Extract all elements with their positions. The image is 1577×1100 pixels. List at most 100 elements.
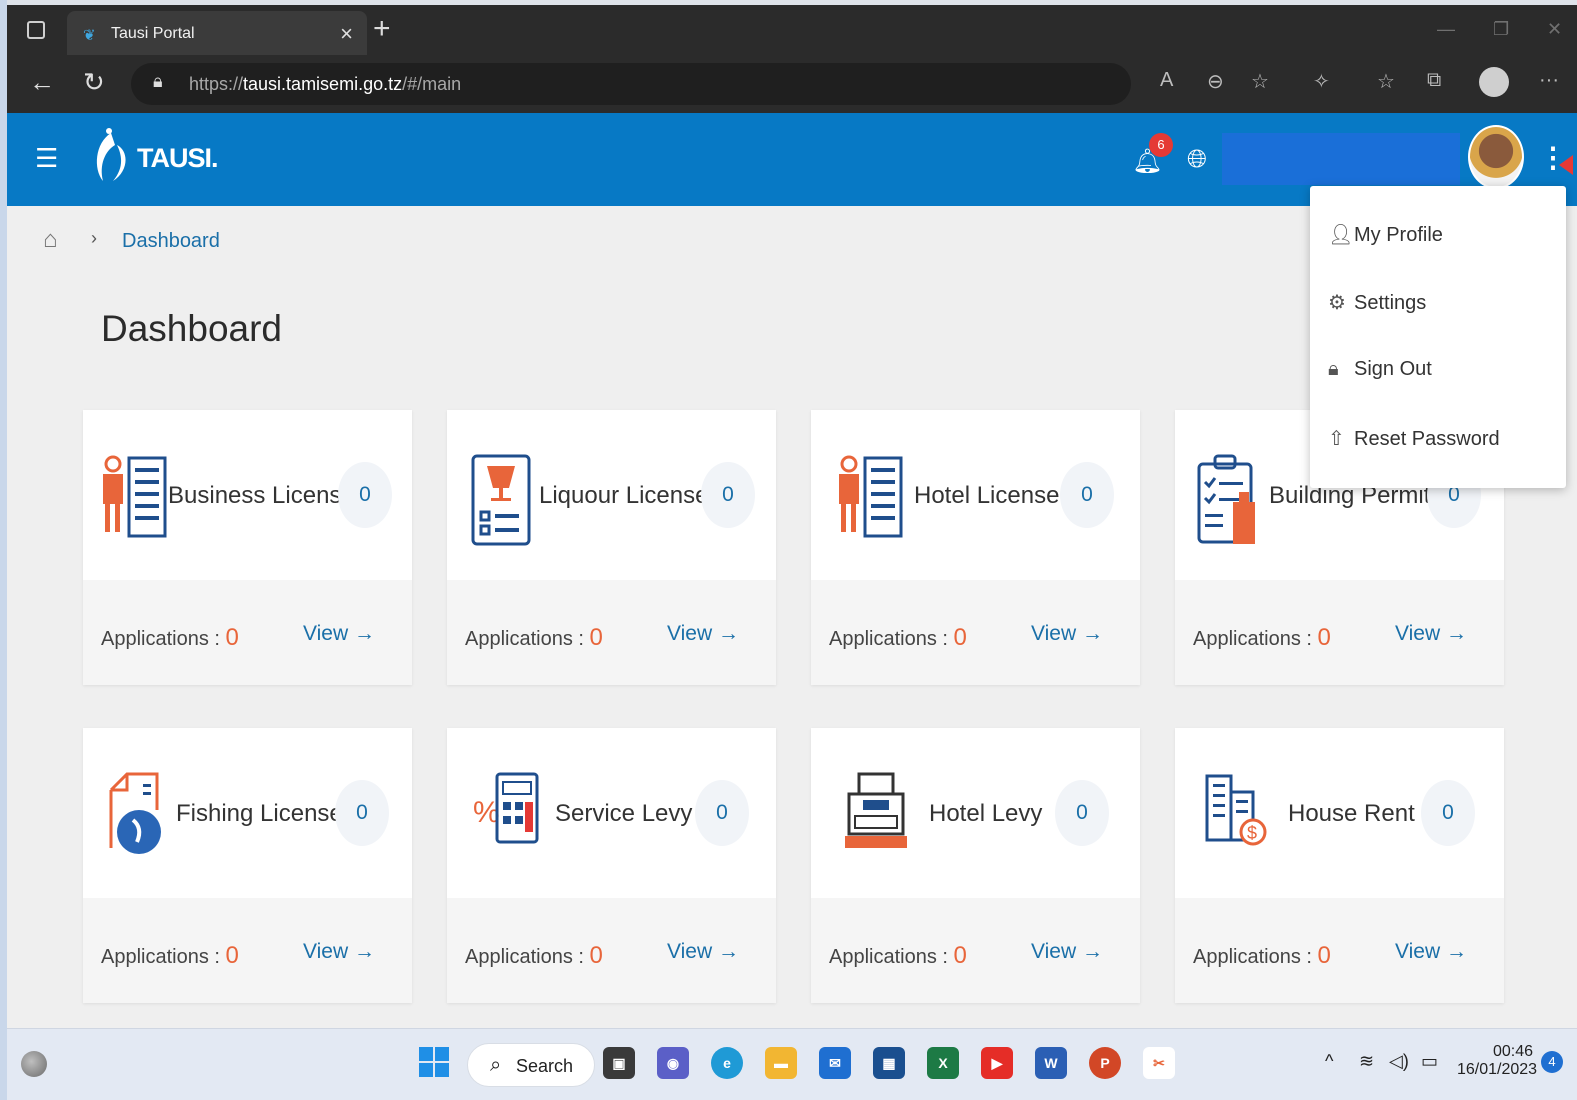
clock-date: 16/01/2023	[1457, 1061, 1538, 1078]
browser-chrome: ❦ Tausi Portal × + — ❐ ✕ ← ↻ 🔒︎ https://…	[7, 5, 1577, 113]
service-levy-icon: %	[473, 772, 539, 844]
business-license-icon	[103, 455, 167, 538]
restore-icon[interactable]: ❐	[1493, 19, 1509, 40]
building-permit-icon	[1197, 454, 1255, 544]
extensions-icon[interactable]: ✧	[1313, 69, 1330, 94]
logo-text: TAUSI.	[137, 143, 218, 173]
clock-time: 00:46	[1492, 1043, 1533, 1060]
tausi-favicon-icon: ❦	[83, 27, 96, 44]
applications-label: Applications : 0	[829, 624, 967, 651]
volume-icon[interactable]: ◁)	[1389, 1051, 1409, 1072]
count-bubble: 0	[1060, 462, 1114, 528]
edge-browser-icon[interactable]: e	[711, 1047, 743, 1079]
card-service-levy: % Service Levy 0 Applications : 0 View →	[447, 728, 776, 1003]
search-icon: ⌕	[490, 1054, 502, 1076]
collections-icon[interactable]: ⧉	[1427, 69, 1441, 92]
language-globe-icon[interactable]: 🌐︎	[1187, 145, 1207, 174]
add-favorite-icon[interactable]: ☆	[1251, 69, 1269, 94]
task-view-icon[interactable]: ▣	[603, 1047, 635, 1079]
applications-label: Applications : 0	[829, 942, 967, 969]
back-icon[interactable]: ←	[29, 67, 55, 98]
view-link[interactable]: View →	[667, 940, 739, 964]
count-bubble: 0	[335, 780, 389, 846]
taskbar-search[interactable]: ⌕ Search	[467, 1043, 595, 1087]
view-link[interactable]: View →	[303, 940, 375, 964]
chevron-up-icon[interactable]: ^	[1325, 1051, 1333, 1072]
house-rent-icon: $	[1205, 774, 1267, 846]
url-text[interactable]: https://tausi.tamisemi.go.tz/#/main	[189, 74, 461, 95]
zoom-out-icon[interactable]: ⊖	[1207, 69, 1224, 94]
avatar[interactable]	[1468, 125, 1524, 189]
hotel-license-icon	[839, 455, 903, 538]
applications-label: Applications : 0	[101, 942, 239, 969]
liquor-license-icon	[471, 454, 531, 546]
refresh-icon[interactable]: ↻	[83, 67, 105, 98]
menu-item-reset-password[interactable]: ⇧ Reset Password	[1328, 426, 1500, 456]
window-close-icon[interactable]: ✕	[1547, 19, 1562, 40]
file-explorer-icon[interactable]: ▬	[765, 1047, 797, 1079]
notification-center-badge[interactable]: 4	[1541, 1051, 1563, 1073]
view-link[interactable]: View →	[667, 622, 739, 646]
tab-title: Tausi Portal	[111, 25, 195, 42]
view-link[interactable]: View →	[1031, 622, 1103, 646]
fishing-license-icon	[109, 772, 161, 854]
tausi-logo-icon	[96, 128, 126, 181]
taskbar-clock[interactable]: 00:46 16/01/2023	[1457, 1043, 1538, 1079]
view-link[interactable]: View →	[303, 622, 375, 646]
lock-icon: 🔒︎	[1328, 358, 1339, 380]
widgets-icon[interactable]	[21, 1051, 47, 1077]
mail-icon[interactable]: ✉	[819, 1047, 851, 1079]
menu-item-sign-out[interactable]: 🔒︎ Sign Out	[1328, 358, 1432, 388]
hotel-levy-icon	[845, 772, 907, 848]
youtube-icon[interactable]: ▶	[981, 1047, 1013, 1079]
card-title: Fishing License	[176, 800, 343, 827]
view-link[interactable]: View →	[1031, 940, 1103, 964]
powerpoint-icon[interactable]: P	[1089, 1047, 1121, 1079]
store-icon[interactable]: ▦	[873, 1047, 905, 1079]
count-bubble: 0	[1055, 780, 1109, 846]
page-title: Dashboard	[101, 308, 283, 349]
lock-icon[interactable]: 🔒︎	[153, 71, 163, 92]
pointer-arrow-icon	[1559, 155, 1573, 175]
card-hotel-license: Hotel License 0 Applications : 0 View →	[811, 410, 1140, 685]
card-title: Liquour License	[539, 482, 709, 509]
card-house-rent: $ House Rent 0 Applications : 0 View →	[1175, 728, 1504, 1003]
browser-tab[interactable]: ❦ Tausi Portal ×	[67, 11, 367, 55]
applications-label: Applications : 0	[1193, 624, 1331, 651]
snipping-tool-icon[interactable]: ✂	[1143, 1047, 1175, 1079]
browser-profile-icon[interactable]	[1479, 67, 1509, 97]
wifi-icon[interactable]: ≋	[1359, 1051, 1374, 1072]
upload-icon: ⇧	[1328, 428, 1345, 450]
applications-label: Applications : 0	[1193, 942, 1331, 969]
start-button[interactable]	[419, 1047, 449, 1077]
user-dropdown-menu: 👤︎My Profile ⚙ Settings 🔒︎ Sign Out ⇧ Reset…	[1310, 186, 1566, 488]
tab-bar: ❦ Tausi Portal × + — ❐ ✕	[7, 5, 1577, 55]
menu-item-settings[interactable]: ⚙ Settings	[1328, 290, 1426, 320]
view-link[interactable]: View →	[1395, 622, 1467, 646]
card-title: Hotel Levy	[929, 800, 1043, 827]
excel-icon[interactable]: X	[927, 1047, 959, 1079]
more-menu-icon[interactable]: ···	[1539, 69, 1559, 92]
svg-text:$: $	[1247, 823, 1257, 843]
view-link[interactable]: View →	[1395, 940, 1467, 964]
close-tab-icon[interactable]: ×	[340, 21, 353, 47]
address-bar-row: ← ↻ 🔒︎ https://tausi.tamisemi.go.tz/#/ma…	[7, 55, 1577, 113]
word-icon[interactable]: W	[1035, 1047, 1067, 1079]
address-bar[interactable]: 🔒︎ https://tausi.tamisemi.go.tz/#/main	[131, 63, 1131, 105]
gear-icon: ⚙	[1328, 292, 1346, 314]
hamburger-menu-icon[interactable]: ☰	[35, 143, 58, 174]
battery-icon[interactable]: ▭	[1421, 1051, 1438, 1072]
home-icon[interactable]: ⌂	[43, 226, 58, 254]
breadcrumb[interactable]: Dashboard	[122, 230, 220, 253]
minimize-icon[interactable]: —	[1437, 19, 1455, 40]
menu-item-my-profile[interactable]: 👤︎My Profile	[1328, 222, 1443, 252]
user-name-box[interactable]	[1222, 133, 1460, 185]
card-business-license: Business License 0 Applications : 0 View…	[83, 410, 412, 685]
card-title: Hotel License	[914, 482, 1060, 509]
tab-actions-icon[interactable]	[27, 21, 45, 39]
new-tab-button[interactable]: +	[373, 12, 391, 46]
count-bubble: 0	[338, 462, 392, 528]
favorites-icon[interactable]: ☆	[1377, 69, 1395, 94]
teams-chat-icon[interactable]: ◉	[657, 1047, 689, 1079]
read-aloud-icon[interactable]: A	[1160, 69, 1173, 92]
